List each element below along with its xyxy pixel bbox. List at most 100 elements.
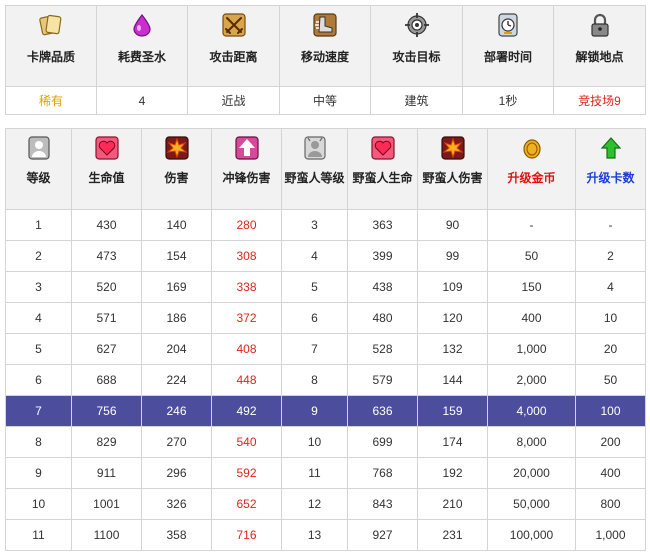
table-cell: 520 bbox=[71, 271, 142, 303]
table-cell: 358 bbox=[141, 519, 212, 551]
stats-header-hp: 生命值 bbox=[71, 128, 142, 210]
table-cell: 363 bbox=[347, 209, 418, 241]
table-cell: 8 bbox=[5, 426, 72, 458]
info-value-speed: 中等 bbox=[279, 86, 371, 115]
table-cell: 448 bbox=[211, 364, 282, 396]
barbarian-person-icon bbox=[302, 135, 328, 161]
info-value-target: 建筑 bbox=[370, 86, 463, 115]
table-cell: 5 bbox=[281, 271, 348, 303]
elixir-drop-icon bbox=[129, 12, 155, 38]
table-cell: 120 bbox=[417, 302, 488, 334]
table-cell: 8 bbox=[281, 364, 348, 396]
table-cell: 169 bbox=[141, 271, 212, 303]
info-header-label: 部署时间 bbox=[483, 50, 532, 64]
gold-coin-icon bbox=[519, 135, 545, 161]
table-cell: 326 bbox=[141, 488, 212, 520]
table-cell: 224 bbox=[141, 364, 212, 396]
stats-header-damage: 伤害 bbox=[141, 128, 212, 210]
table-cell: 50 bbox=[575, 364, 646, 396]
table-cell: 9 bbox=[281, 395, 348, 427]
table-cell: 132 bbox=[417, 333, 488, 365]
table-cell: 540 bbox=[211, 426, 282, 458]
table-cell: 927 bbox=[347, 519, 418, 551]
info-value-row: 稀有 4 近战 中等 建筑 1秒 竞技场9 bbox=[5, 86, 646, 115]
table-cell: 11 bbox=[281, 457, 348, 489]
table-cell: 7 bbox=[5, 395, 72, 427]
table-cell: 99 bbox=[417, 240, 488, 272]
table-cell: 20,000 bbox=[487, 457, 576, 489]
table-cell: 140 bbox=[141, 209, 212, 241]
table-cell: 12 bbox=[281, 488, 348, 520]
table-cell: 296 bbox=[141, 457, 212, 489]
table-cell: 11 bbox=[5, 519, 72, 551]
stats-header-gold: 升级金币 bbox=[487, 128, 576, 210]
table-cell: 186 bbox=[141, 302, 212, 334]
stats-header-label: 升级金币 bbox=[507, 171, 556, 185]
stats-header-label: 野蛮人生命 bbox=[352, 171, 413, 185]
table-cell: 8,000 bbox=[487, 426, 576, 458]
table-row: 9 911 296 592 11 768 192 20,000 400 bbox=[5, 457, 646, 489]
table-cell: 627 bbox=[71, 333, 142, 365]
table-row: 2 473 154 308 4 399 99 50 2 bbox=[5, 240, 646, 272]
table-cell: 480 bbox=[347, 302, 418, 334]
table-cell: 10 bbox=[281, 426, 348, 458]
table-cell: 400 bbox=[487, 302, 576, 334]
table-cell: 50 bbox=[487, 240, 576, 272]
stats-header-label: 野蛮人伤害 bbox=[422, 171, 483, 185]
info-value-elixir: 4 bbox=[96, 86, 188, 115]
table-cell: 5 bbox=[5, 333, 72, 365]
stats-header-barb-level: 野蛮人等级 bbox=[281, 128, 348, 210]
table-row: 11 1100 358 716 13 927 231 100,000 1,000 bbox=[5, 519, 646, 551]
table-cell: 100,000 bbox=[487, 519, 576, 551]
table-cell: 174 bbox=[417, 426, 488, 458]
table-cell: 100 bbox=[575, 395, 646, 427]
table-row: 3 520 169 338 5 438 109 150 4 bbox=[5, 271, 646, 303]
table-row: 1 430 140 280 3 363 90- - bbox=[5, 209, 646, 241]
table-cell: 90 bbox=[417, 209, 488, 241]
table-cell: 192 bbox=[417, 457, 488, 489]
table-cell: 408 bbox=[211, 333, 282, 365]
table-cell: 492 bbox=[211, 395, 282, 427]
info-value-unlock: 竞技场9 bbox=[553, 86, 646, 115]
table-row: 5 627 204 408 7 528 132 1,000 20 bbox=[5, 333, 646, 365]
table-cell: 372 bbox=[211, 302, 282, 334]
table-cell: 231 bbox=[417, 519, 488, 551]
table-cell: 756 bbox=[71, 395, 142, 427]
table-cell: 270 bbox=[141, 426, 212, 458]
table-cell: 1,000 bbox=[487, 333, 576, 365]
table-cell: 109 bbox=[417, 271, 488, 303]
info-header-label: 移动速度 bbox=[300, 50, 349, 64]
table-cell: 579 bbox=[347, 364, 418, 396]
info-header-quality: 卡牌品质 bbox=[5, 5, 97, 87]
table-cell: - bbox=[575, 209, 646, 241]
table-cell: 4,000 bbox=[487, 395, 576, 427]
info-header-elixir: 耗费圣水 bbox=[96, 5, 188, 87]
table-cell: 154 bbox=[141, 240, 212, 272]
table-cell: 1,000 bbox=[575, 519, 646, 551]
explosion-icon bbox=[440, 135, 466, 161]
lock-icon bbox=[587, 12, 613, 38]
stats-header-barb-hp: 野蛮人生命 bbox=[347, 128, 418, 210]
table-cell: 9 bbox=[5, 457, 72, 489]
green-arrow-up-icon bbox=[598, 135, 624, 161]
table-cell: 13 bbox=[281, 519, 348, 551]
heart-icon bbox=[370, 135, 396, 161]
stats-header-label: 升级卡数 bbox=[586, 171, 635, 185]
explosion-icon bbox=[164, 135, 190, 161]
table-cell: 843 bbox=[347, 488, 418, 520]
table-cell: 3 bbox=[5, 271, 72, 303]
table-cell: 4 bbox=[5, 302, 72, 334]
target-icon bbox=[404, 12, 430, 38]
table-cell: 473 bbox=[71, 240, 142, 272]
table-cell: 4 bbox=[575, 271, 646, 303]
stats-header-level: 等级 bbox=[5, 128, 72, 210]
table-cell: 399 bbox=[347, 240, 418, 272]
table-row: 6 688 224 448 8 579 144 2,000 50 bbox=[5, 364, 646, 396]
table-cell: 652 bbox=[211, 488, 282, 520]
table-cell: 144 bbox=[417, 364, 488, 396]
stats-header-label: 生命值 bbox=[88, 171, 125, 185]
table-cell: 4 bbox=[281, 240, 348, 272]
table-cell: 10 bbox=[5, 488, 72, 520]
cards-icon bbox=[38, 12, 64, 38]
table-cell: 800 bbox=[575, 488, 646, 520]
